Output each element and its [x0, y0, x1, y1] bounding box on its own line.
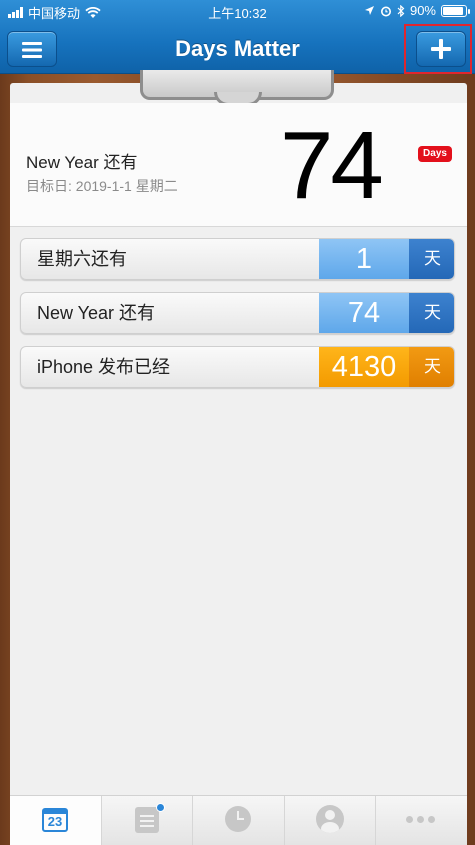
- featured-event-date: 目标日: 2019-1-1 星期二: [26, 178, 178, 194]
- list-icon: [134, 807, 159, 833]
- event-day-count: 4130: [319, 347, 409, 387]
- event-row[interactable]: iPhone 发布已经 4130 天: [20, 346, 455, 388]
- featured-event-card[interactable]: New Year 还有 目标日: 2019-1-1 星期二 74 Days: [10, 103, 467, 227]
- tab-list[interactable]: [102, 796, 194, 845]
- add-button-highlight-box: [404, 24, 472, 74]
- bottom-tab-bar: 23: [10, 795, 467, 845]
- more-icon: [406, 816, 436, 823]
- event-row[interactable]: 星期六还有 1 天: [20, 238, 455, 280]
- event-label: New Year 还有: [37, 303, 156, 323]
- event-day-unit: 天: [409, 347, 454, 387]
- event-day-count: 74: [319, 293, 409, 333]
- days-badge: Days: [418, 146, 452, 162]
- event-label: iPhone 发布已经: [37, 357, 171, 377]
- tab-profile[interactable]: [285, 796, 377, 845]
- user-icon: [315, 805, 344, 833]
- status-right: 90%: [364, 3, 470, 18]
- tab-days[interactable]: 23: [10, 796, 102, 845]
- clock-icon: [225, 806, 252, 832]
- tab-history[interactable]: [193, 796, 285, 845]
- calendar-icon: 23: [42, 808, 68, 832]
- event-row[interactable]: New Year 还有 74 天: [20, 292, 455, 334]
- event-label: 星期六还有: [37, 249, 127, 269]
- event-day-unit: 天: [409, 239, 454, 279]
- bluetooth-icon: [397, 4, 405, 17]
- location-arrow-icon: [364, 6, 374, 15]
- event-day-count: 1: [319, 239, 409, 279]
- status-bar: 中国移动 上午10:32 90%: [0, 0, 475, 22]
- event-day-unit: 天: [409, 293, 454, 333]
- app-header: 中国移动 上午10:32 90% Days Matter: [0, 0, 475, 74]
- notification-dot: [155, 803, 165, 812]
- tab-more[interactable]: [376, 796, 467, 845]
- battery-percent: 90%: [409, 3, 436, 18]
- featured-event-name: New Year 还有: [26, 153, 138, 172]
- alarm-icon: [380, 6, 391, 16]
- battery-icon: [441, 4, 470, 17]
- featured-day-count: 74: [280, 112, 384, 219]
